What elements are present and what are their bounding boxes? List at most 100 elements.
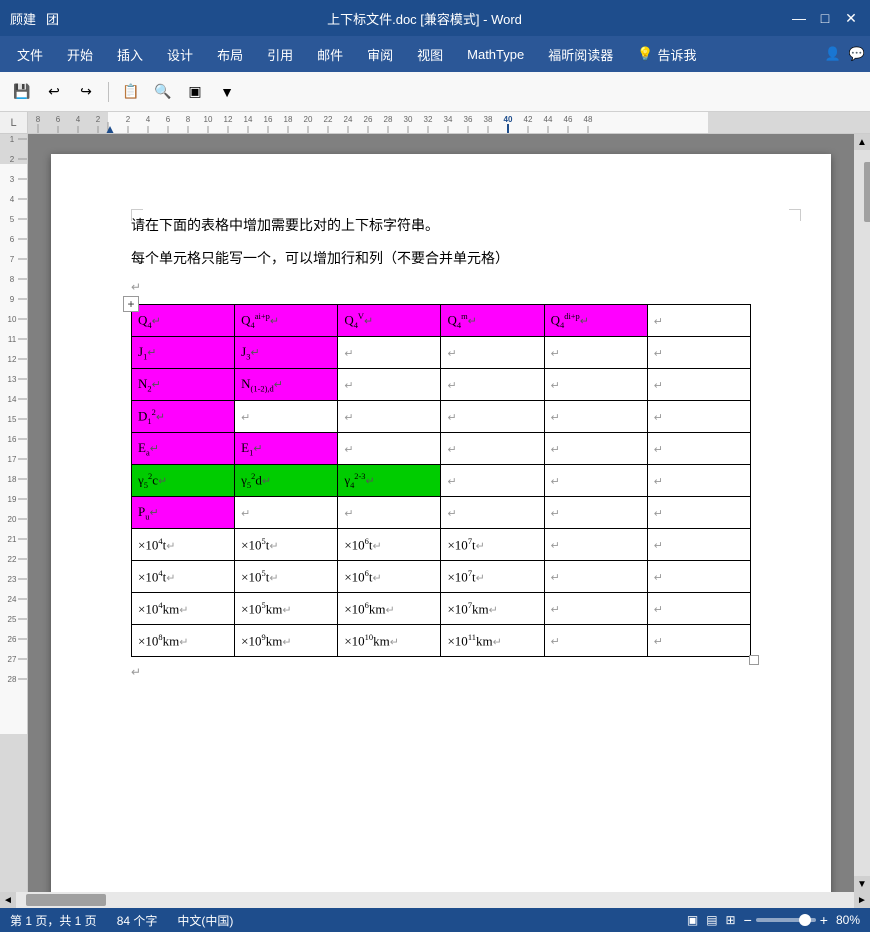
table-cell[interactable]: ↵	[544, 561, 647, 593]
menu-reader[interactable]: 福昕阅读器	[536, 39, 625, 70]
table-cell[interactable]: γ42-3↵	[338, 465, 441, 497]
table-cell[interactable]: ×106t↵	[338, 561, 441, 593]
table-cell[interactable]: Ea↵	[132, 433, 235, 465]
table-cell[interactable]: ↵	[338, 401, 441, 433]
menu-layout[interactable]: 布局	[205, 39, 255, 70]
document-area[interactable]: 请在下面的表格中增加需要比对的上下标字符串。 每个单元格只能写一个，可以增加行和…	[28, 134, 854, 892]
undo-button[interactable]: ↩	[40, 78, 68, 106]
search-button[interactable]: 🔍	[149, 78, 177, 106]
table-cell[interactable]: ↵	[647, 369, 750, 401]
zoom-plus-button[interactable]: +	[820, 912, 828, 928]
view-icon-2[interactable]: ▤	[706, 913, 717, 927]
table-cell[interactable]: ↵	[647, 497, 750, 529]
vertical-scrollbar[interactable]: ▲ ▼	[854, 134, 870, 892]
scroll-up-arrow[interactable]: ▲	[854, 134, 870, 150]
redo-button[interactable]: ↪	[72, 78, 100, 106]
table-cell[interactable]: ↵	[647, 593, 750, 625]
table-cell[interactable]: ↵	[441, 433, 544, 465]
table-cell[interactable]: ↵	[544, 625, 647, 657]
scroll-thumb[interactable]	[864, 162, 870, 222]
save-button[interactable]: 💾	[8, 78, 36, 106]
table-cell[interactable]: ↵	[235, 497, 338, 529]
table-cell[interactable]: Q4m↵	[441, 305, 544, 337]
table-cell[interactable]: ×105t↵	[235, 529, 338, 561]
clipboard-button[interactable]: 📋	[117, 78, 145, 106]
zoom-thumb[interactable]	[799, 914, 811, 926]
table-cell[interactable]: ↵	[544, 465, 647, 497]
scroll-h-thumb[interactable]	[26, 894, 106, 906]
table-cell[interactable]: Q4V↵	[338, 305, 441, 337]
table-cell[interactable]: J3↵	[235, 337, 338, 369]
view-toggle-button[interactable]: ▣	[181, 78, 209, 106]
menu-insert[interactable]: 插入	[105, 39, 155, 70]
zoom-track[interactable]	[756, 918, 816, 922]
horizontal-scrollbar[interactable]: ◄ ►	[0, 892, 870, 908]
table-cell[interactable]: ↵	[647, 337, 750, 369]
table-cell[interactable]: ×107t↵	[441, 529, 544, 561]
scroll-left-arrow[interactable]: ◄	[0, 892, 16, 908]
table-cell[interactable]: Q4di+p↵	[544, 305, 647, 337]
menu-mailings[interactable]: 邮件	[305, 39, 355, 70]
table-cell[interactable]: ↵	[544, 401, 647, 433]
table-cell[interactable]: ×105km↵	[235, 593, 338, 625]
menu-view[interactable]: 视图	[405, 39, 455, 70]
table-cell[interactable]: ↵	[647, 305, 750, 337]
table-cell[interactable]: ↵	[647, 401, 750, 433]
table-cell[interactable]: E1↵	[235, 433, 338, 465]
table-cell[interactable]: ×1011km↵	[441, 625, 544, 657]
menu-design[interactable]: 设计	[155, 39, 205, 70]
table-cell[interactable]: γ52d↵	[235, 465, 338, 497]
menu-mathtype[interactable]: MathType	[455, 41, 536, 68]
table-cell[interactable]: ↵	[441, 401, 544, 433]
table-cell[interactable]: ×105t↵	[235, 561, 338, 593]
table-cell[interactable]: ↵	[647, 433, 750, 465]
table-cell[interactable]: ↵	[544, 369, 647, 401]
table-cell[interactable]: ↵	[544, 497, 647, 529]
comment-icon[interactable]: 💬	[849, 46, 865, 62]
table-cell[interactable]: ↵	[338, 369, 441, 401]
table-cell[interactable]: Q4↵	[132, 305, 235, 337]
table-cell[interactable]: ↵	[441, 465, 544, 497]
zoom-minus-button[interactable]: −	[744, 912, 752, 928]
table-cell[interactable]: ↵	[441, 369, 544, 401]
table-cell[interactable]: ×107t↵	[441, 561, 544, 593]
table-cell[interactable]: ×1010km↵	[338, 625, 441, 657]
table-cell[interactable]: J1↵	[132, 337, 235, 369]
table-cell[interactable]: Q4ai+p↵	[235, 305, 338, 337]
table-cell[interactable]: ↵	[544, 433, 647, 465]
scroll-right-arrow[interactable]: ►	[854, 892, 870, 908]
table-cell[interactable]: ×108km↵	[132, 625, 235, 657]
table-cell[interactable]: ×104km↵	[132, 593, 235, 625]
table-cell[interactable]: ↵	[441, 497, 544, 529]
table-cell[interactable]: ↵	[647, 561, 750, 593]
menu-references[interactable]: 引用	[255, 39, 305, 70]
table-cell[interactable]: ↵	[544, 337, 647, 369]
table-cell[interactable]: ↵	[647, 625, 750, 657]
menu-tell-me[interactable]: 💡 告诉我	[625, 39, 708, 70]
table-cell[interactable]: ×106km↵	[338, 593, 441, 625]
scroll-down-arrow[interactable]: ▼	[854, 876, 870, 892]
view-icon-1[interactable]: ▣	[687, 913, 698, 927]
table-cell[interactable]: D12↵	[132, 401, 235, 433]
table-resize-handle[interactable]	[749, 655, 759, 665]
menu-file[interactable]: 文件	[5, 39, 55, 70]
table-cell[interactable]: γ52c↵	[132, 465, 235, 497]
table-cell[interactable]: ↵	[544, 529, 647, 561]
table-cell[interactable]: N2↵	[132, 369, 235, 401]
table-cell[interactable]: N(1-2),d↵	[235, 369, 338, 401]
minimize-button[interactable]: —	[790, 9, 808, 27]
table-cell[interactable]: ↵	[544, 593, 647, 625]
view-icon-3[interactable]: ⊞	[726, 913, 736, 927]
maximize-button[interactable]: □	[816, 9, 834, 27]
menu-home[interactable]: 开始	[55, 39, 105, 70]
close-button[interactable]: ✕	[842, 9, 860, 27]
table-cell[interactable]: ↵	[647, 465, 750, 497]
table-cell[interactable]: ↵	[647, 529, 750, 561]
table-cell[interactable]: ×104t↵	[132, 529, 235, 561]
more-button[interactable]: ▼	[213, 78, 241, 106]
menu-review[interactable]: 审阅	[355, 39, 405, 70]
user-icon[interactable]: 👤	[825, 46, 841, 62]
table-cell[interactable]: ↵	[235, 401, 338, 433]
table-cell[interactable]: Pu↵	[132, 497, 235, 529]
table-cell[interactable]: ↵	[441, 337, 544, 369]
